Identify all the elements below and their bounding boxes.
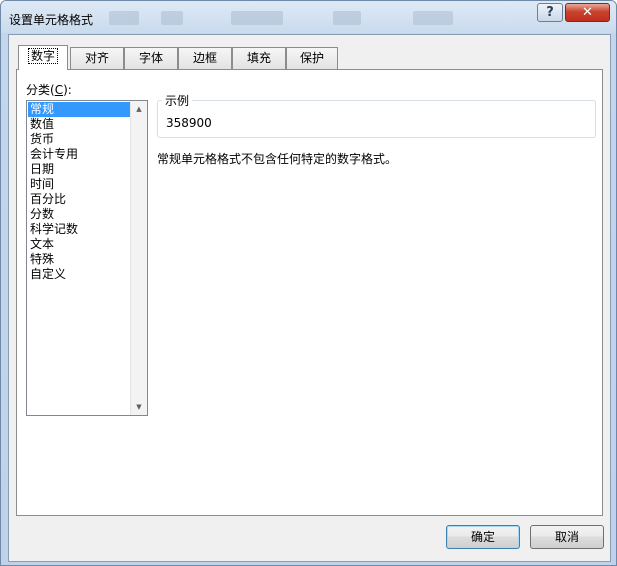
help-button[interactable]: ? xyxy=(537,3,563,22)
category-scrollbar[interactable]: ▲ ▼ xyxy=(130,101,147,415)
category-label-suffix: ): xyxy=(63,83,72,97)
category-accelerator-key: C xyxy=(54,83,64,97)
tab-fill[interactable]: 填充 xyxy=(232,47,286,69)
scroll-down-arrow-icon[interactable]: ▼ xyxy=(131,399,147,415)
category-label: 分类(C): xyxy=(26,81,72,98)
category-item-fraction[interactable]: 分数 xyxy=(28,207,131,222)
title-bar[interactable]: 设置单元格格式 ? ✕ xyxy=(1,1,616,33)
category-item-special[interactable]: 特殊 xyxy=(28,252,131,267)
category-item-number[interactable]: 数值 xyxy=(28,117,131,132)
category-list: 常规 数值 货币 会计专用 日期 时间 百分比 分数 科学记数 文本 特殊 自定… xyxy=(28,102,131,282)
number-tab-panel: 分类(C): 常规 数值 货币 会计专用 日期 时间 百分比 分数 科学记数 文… xyxy=(16,69,603,516)
format-cells-dialog: 设置单元格格式 ? ✕ 数字 对齐 字体 边框 填充 保护 分类(C): 常规 … xyxy=(0,0,617,566)
category-item-percentage[interactable]: 百分比 xyxy=(28,192,131,207)
background-ribbon xyxy=(101,7,521,29)
tab-font[interactable]: 字体 xyxy=(124,47,178,69)
tab-protection[interactable]: 保护 xyxy=(286,47,338,69)
scroll-up-arrow-icon[interactable]: ▲ xyxy=(131,101,147,117)
cancel-button[interactable]: 取消 xyxy=(530,525,604,549)
tab-protection-label: 保护 xyxy=(299,51,324,65)
category-label-prefix: 分类( xyxy=(26,83,55,97)
dialog-body: 数字 对齐 字体 边框 填充 保护 分类(C): 常规 数值 货币 会计专用 日… xyxy=(8,34,611,562)
tab-number-label: 数字 xyxy=(27,48,59,64)
category-item-time[interactable]: 时间 xyxy=(28,177,131,192)
tab-number[interactable]: 数字 xyxy=(18,45,68,70)
category-item-date[interactable]: 日期 xyxy=(28,162,131,177)
sample-group: 示例 358900 xyxy=(157,92,596,138)
category-item-scientific[interactable]: 科学记数 xyxy=(28,222,131,237)
category-item-accounting[interactable]: 会计专用 xyxy=(28,147,131,162)
ok-button[interactable]: 确定 xyxy=(446,525,520,549)
category-item-text[interactable]: 文本 xyxy=(28,237,131,252)
category-listbox[interactable]: 常规 数值 货币 会计专用 日期 时间 百分比 分数 科学记数 文本 特殊 自定… xyxy=(26,100,148,416)
sample-value: 358900 xyxy=(166,116,212,130)
tab-border[interactable]: 边框 xyxy=(178,47,232,69)
category-item-custom[interactable]: 自定义 xyxy=(28,267,131,282)
tab-font-label: 字体 xyxy=(138,51,163,65)
tab-alignment-label: 对齐 xyxy=(84,51,109,65)
tab-border-label: 边框 xyxy=(192,51,217,65)
category-item-general[interactable]: 常规 xyxy=(28,102,131,117)
dialog-title: 设置单元格格式 xyxy=(9,13,94,27)
close-button[interactable]: ✕ xyxy=(565,3,610,22)
sample-legend: 示例 xyxy=(162,92,193,109)
tab-alignment[interactable]: 对齐 xyxy=(70,47,124,69)
format-description: 常规单元格格式不包含任何特定的数字格式。 xyxy=(157,152,398,166)
category-item-currency[interactable]: 货币 xyxy=(28,132,131,147)
tab-fill-label: 填充 xyxy=(246,51,271,65)
